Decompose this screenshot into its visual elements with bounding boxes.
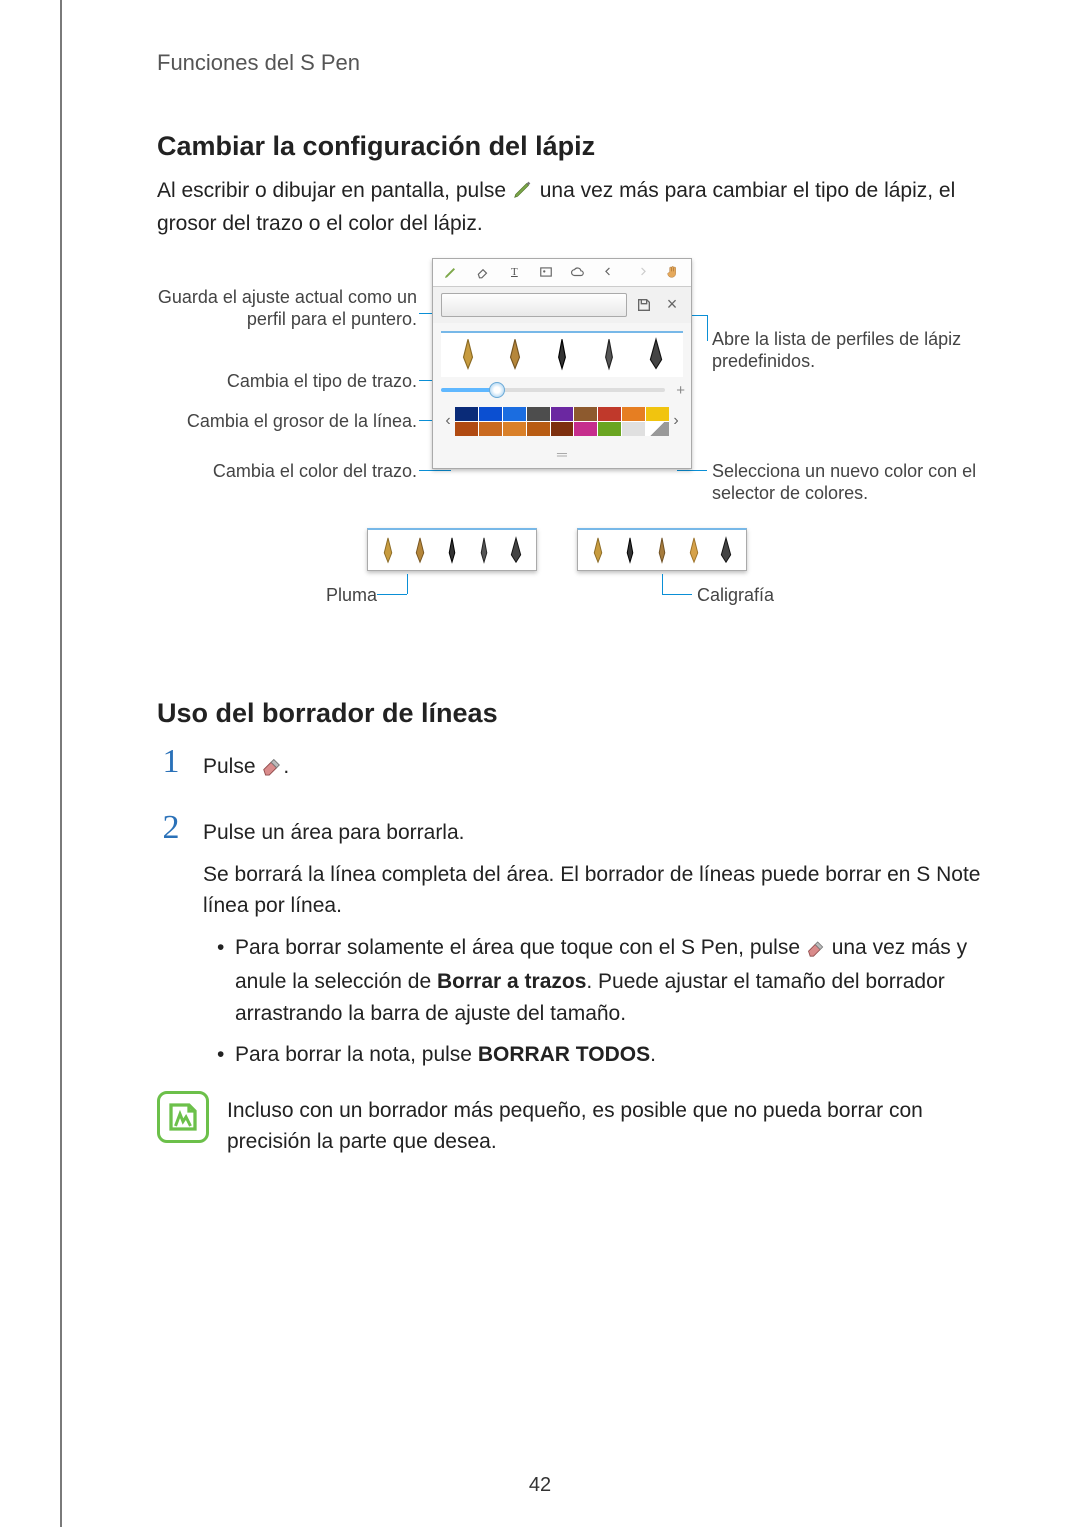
- section1-intro: Al escribir o dibujar en pantalla, pulse…: [157, 176, 985, 240]
- color-swatch[interactable]: [455, 422, 478, 436]
- bullet2-before: Para borrar la nota, pulse: [235, 1043, 478, 1066]
- pen-type-strip[interactable]: [441, 331, 683, 377]
- stroke-preview: [441, 293, 627, 317]
- pen-nib-1[interactable]: [452, 337, 484, 373]
- color-swatch[interactable]: [479, 422, 502, 436]
- pen-icon[interactable]: [441, 262, 461, 282]
- step-1: 1 Pulse .: [157, 745, 985, 796]
- chevron-left-icon[interactable]: ‹: [441, 412, 455, 430]
- pen-icon: [512, 178, 534, 209]
- pen-nib-5[interactable]: [640, 337, 672, 373]
- pen-nib-3[interactable]: [546, 337, 578, 373]
- close-icon[interactable]: ×: [661, 294, 683, 316]
- pen-settings-panel: T × +: [432, 258, 692, 469]
- eraser-icon: [806, 935, 826, 967]
- pen-nib[interactable]: [471, 536, 497, 566]
- redo-icon[interactable]: [631, 262, 651, 282]
- profiles-icon[interactable]: [633, 294, 655, 316]
- pen-nib-2[interactable]: [499, 337, 531, 373]
- text-icon[interactable]: T: [504, 262, 524, 282]
- note-text: Incluso con un borrador más pequeño, es …: [227, 1091, 985, 1158]
- color-swatch[interactable]: [622, 422, 645, 436]
- bullet-stroke-erase: Para borrar solamente el área que toque …: [217, 932, 985, 1030]
- color-swatch[interactable]: [622, 407, 645, 421]
- bullet1-before: Para borrar solamente el área que toque …: [235, 936, 806, 959]
- note-box: Incluso con un borrador más pequeño, es …: [157, 1091, 985, 1158]
- pen-strip-pluma: [367, 528, 537, 571]
- color-swatch[interactable]: [503, 407, 526, 421]
- color-swatch[interactable]: [551, 407, 574, 421]
- intro-before: Al escribir o dibujar en pantalla, pulse: [157, 179, 512, 202]
- bullet2-bold: BORRAR TODOS: [478, 1043, 650, 1066]
- note-icon: [157, 1091, 209, 1143]
- plus-icon[interactable]: +: [676, 382, 685, 399]
- bullet2-after: .: [650, 1043, 656, 1066]
- callout-save-profile: Guarda el ajuste actual como un perfil p…: [157, 286, 417, 331]
- pen-strip-caligrafia: [577, 528, 747, 571]
- step-number: 1: [157, 745, 185, 796]
- color-swatch[interactable]: [574, 422, 597, 436]
- section-title-eraser: Uso del borrador de líneas: [157, 698, 985, 729]
- pen-nib[interactable]: [407, 536, 433, 566]
- pen-nib[interactable]: [585, 536, 611, 566]
- callout-line-width: Cambia el grosor de la línea.: [157, 410, 417, 433]
- thickness-slider[interactable]: +: [441, 383, 683, 397]
- color-swatch[interactable]: [479, 407, 502, 421]
- pen-nib[interactable]: [617, 536, 643, 566]
- label-caligrafia: Caligrafía: [697, 584, 774, 607]
- callout-stroke-color: Cambia el color del trazo.: [157, 460, 417, 483]
- color-swatch[interactable]: [598, 422, 621, 436]
- page-number: 42: [0, 1474, 1080, 1497]
- pen-nib[interactable]: [503, 536, 529, 566]
- color-grid[interactable]: [455, 407, 669, 436]
- eraser-icon[interactable]: [473, 262, 493, 282]
- bullet1-bold: Borrar a trazos: [437, 970, 586, 993]
- section-title-pen-config: Cambiar la configuración del lápiz: [157, 131, 985, 162]
- color-swatch[interactable]: [527, 407, 550, 421]
- preview-row: ×: [433, 287, 691, 323]
- pen-nib[interactable]: [439, 536, 465, 566]
- label-pluma: Pluma: [277, 584, 377, 607]
- eraser-icon: [261, 754, 283, 786]
- step2-line2: Se borrará la línea completa del área. E…: [203, 859, 985, 922]
- callout-stroke-type: Cambia el tipo de trazo.: [157, 370, 417, 393]
- color-swatch[interactable]: [503, 422, 526, 436]
- color-swatch[interactable]: [598, 407, 621, 421]
- drag-handle-icon[interactable]: ═: [433, 444, 691, 468]
- undo-icon[interactable]: [600, 262, 620, 282]
- page-header: Funciones del S Pen: [157, 50, 985, 76]
- hand-icon[interactable]: [663, 262, 683, 282]
- step1-text: Pulse: [203, 755, 261, 778]
- color-swatch[interactable]: [574, 407, 597, 421]
- color-picker-icon[interactable]: [646, 422, 669, 436]
- step-2: 2 Pulse un área para borrarla. Se borrar…: [157, 811, 985, 1081]
- callout-open-profiles: Abre la lista de perfiles de lápiz prede…: [712, 328, 992, 373]
- color-swatch[interactable]: [551, 422, 574, 436]
- callout-color-picker: Selecciona un nuevo color con el selecto…: [712, 460, 1002, 505]
- image-icon[interactable]: [536, 262, 556, 282]
- color-swatch[interactable]: [527, 422, 550, 436]
- cloud-icon[interactable]: [568, 262, 588, 282]
- step2-line1: Pulse un área para borrarla.: [203, 817, 985, 849]
- color-swatch[interactable]: [646, 407, 669, 421]
- step1-after: .: [283, 755, 289, 778]
- pen-nib[interactable]: [649, 536, 675, 566]
- color-selector: ‹: [441, 407, 683, 436]
- color-swatch[interactable]: [455, 407, 478, 421]
- pen-nib-4[interactable]: [593, 337, 625, 373]
- pen-nib[interactable]: [375, 536, 401, 566]
- pen-settings-figure: Guarda el ajuste actual como un perfil p…: [157, 258, 1017, 658]
- pen-nib[interactable]: [681, 536, 707, 566]
- chevron-right-icon[interactable]: ›: [669, 412, 683, 430]
- panel-toolbar: T: [433, 259, 691, 287]
- bullet-erase-all: Para borrar la nota, pulse BORRAR TODOS.: [217, 1039, 985, 1071]
- pen-nib[interactable]: [713, 536, 739, 566]
- step-number: 2: [157, 811, 185, 1081]
